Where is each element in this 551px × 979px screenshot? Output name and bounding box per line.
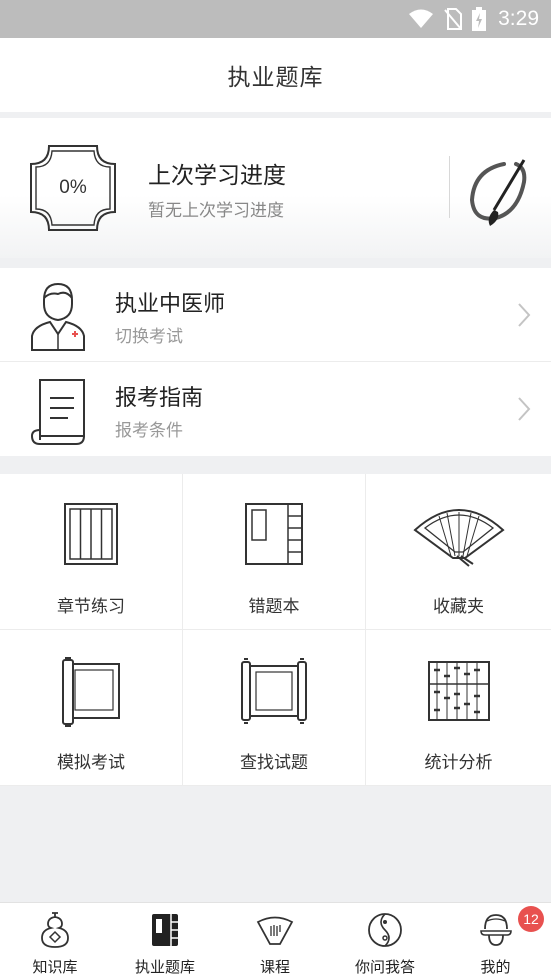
fan-favorites-icon <box>412 509 505 567</box>
header: 执业题库 <box>0 38 551 112</box>
no-sim-icon <box>444 8 463 30</box>
grid-item-favorites[interactable]: 收藏夹 <box>366 474 551 630</box>
tab-qa[interactable]: 你问我答 <box>330 903 440 979</box>
search-questions-scroll-icon <box>241 658 307 724</box>
exam-type-subtitle: 切换考试 <box>115 327 183 347</box>
divider <box>449 156 450 218</box>
tab-exam-bank[interactable]: 执业题库 <box>110 903 220 979</box>
notification-badge: 12 <box>518 906 544 932</box>
tab-label: 执业题库 <box>134 958 195 976</box>
grid-label: 查找试题 <box>240 753 308 773</box>
book-icon <box>152 914 178 946</box>
list-item-exam-guide[interactable]: 报考指南 报考条件 <box>0 362 551 456</box>
tab-label: 课程 <box>259 958 290 976</box>
brush-icon[interactable] <box>466 156 528 230</box>
status-time: 3:29 <box>498 7 539 30</box>
fan-icon <box>256 916 294 945</box>
chevron-right-icon <box>518 303 531 327</box>
grid-label: 收藏夹 <box>433 597 484 617</box>
tab-label: 知识库 <box>32 958 78 976</box>
status-icons: 3:29 <box>408 0 539 38</box>
grid-item-chapter-practice[interactable]: 章节练习 <box>0 474 183 630</box>
battery-charging-icon <box>472 7 487 31</box>
scroll-document-icon <box>31 379 85 445</box>
grid-label: 错题本 <box>248 597 300 617</box>
grid-label: 模拟考试 <box>57 753 125 773</box>
tab-label: 你问我答 <box>354 958 415 976</box>
chapter-practice-icon <box>64 503 118 565</box>
profile-icon <box>479 914 512 946</box>
tab-knowledge-base[interactable]: 知识库 <box>0 903 110 979</box>
status-bar: 3:29 <box>0 0 551 38</box>
chevron-right-icon <box>518 397 531 421</box>
yin-yang-icon <box>368 913 402 947</box>
mock-exam-scroll-icon <box>62 657 120 727</box>
progress-title: 上次学习进度 <box>148 163 286 189</box>
gourd-icon <box>41 912 69 948</box>
exam-type-title: 执业中医师 <box>115 292 226 317</box>
last-progress-card[interactable]: 0% 上次学习进度 暂无上次学习进度 <box>0 118 551 258</box>
wifi-icon <box>409 9 434 28</box>
feature-grid: 章节练习 错题本 收藏夹 模拟考试 查找试题 统计分析 <box>0 474 551 786</box>
grid-item-statistics[interactable]: 统计分析 <box>366 630 551 786</box>
grid-item-wrong-book[interactable]: 错题本 <box>183 474 366 630</box>
exam-guide-subtitle: 报考条件 <box>115 421 183 441</box>
doctor-icon <box>31 282 85 351</box>
exam-guide-title: 报考指南 <box>115 386 204 411</box>
abacus-statistics-icon <box>427 661 490 721</box>
progress-value: 0% <box>59 177 87 198</box>
bottom-tab-bar: 知识库 执业题库 课程 你问我答 我的 <box>0 902 551 979</box>
list-item-exam-type[interactable]: 执业中医师 切换考试 <box>0 268 551 362</box>
grid-label: 章节练习 <box>57 597 125 617</box>
exam-list: 执业中医师 切换考试 报考指南 报考条件 <box>0 268 551 456</box>
tab-label: 我的 <box>480 958 511 976</box>
grid-item-mock-exam[interactable]: 模拟考试 <box>0 630 183 786</box>
page-title: 执业题库 <box>227 65 324 91</box>
tab-courses[interactable]: 课程 <box>220 903 330 979</box>
wrong-book-icon <box>245 503 303 565</box>
grid-item-search-questions[interactable]: 查找试题 <box>183 630 366 786</box>
grid-label: 统计分析 <box>424 753 493 773</box>
progress-subtitle: 暂无上次学习进度 <box>148 201 284 221</box>
